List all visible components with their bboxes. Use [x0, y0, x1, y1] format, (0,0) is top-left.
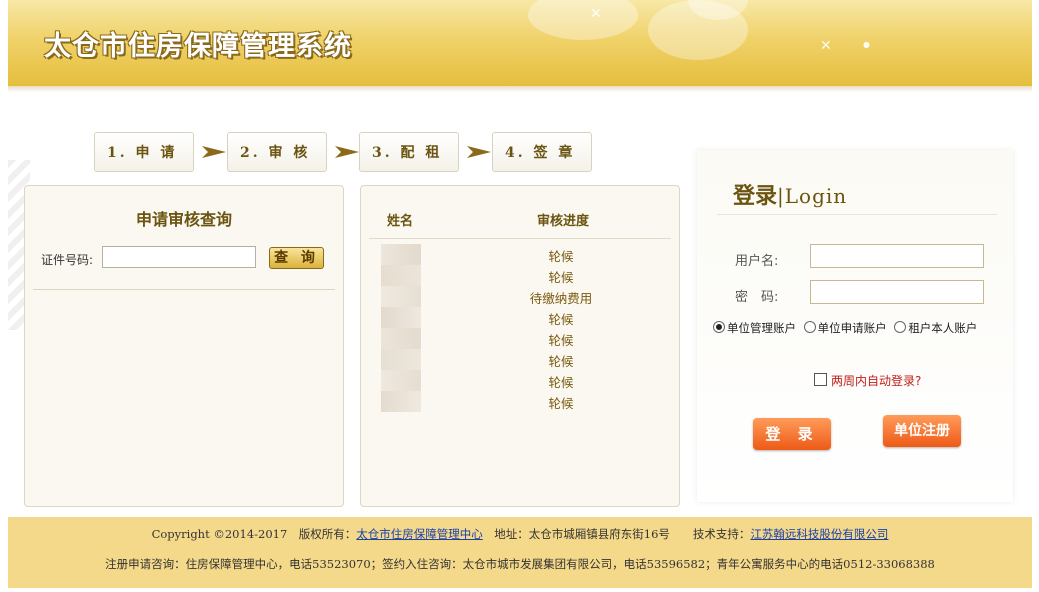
radio-selected-icon[interactable] [713, 321, 725, 333]
sparkle-icon: ● [863, 40, 870, 49]
divider [369, 238, 671, 239]
username-input[interactable] [810, 244, 984, 268]
redacted-name [381, 244, 421, 265]
username-label: 用户名: [735, 254, 779, 269]
status-text: 轮候 [548, 249, 574, 264]
support-link[interactable]: 江苏翰远科技股份有限公司 [750, 527, 888, 541]
id-number-input[interactable] [102, 246, 256, 268]
radio-tenant[interactable]: 租户本人账户 [894, 321, 977, 335]
status-text: 轮候 [548, 333, 574, 348]
login-title-sub: |Login [777, 184, 848, 208]
radio-label: 租户本人账户 [908, 321, 978, 335]
password-label: 密 码: [735, 290, 779, 305]
id-number-label: 证件号码: [41, 253, 94, 267]
divider [717, 214, 997, 215]
step-apply: 1. 申 请 [94, 132, 194, 172]
status-text: 轮候 [548, 375, 574, 390]
query-panel: 申请审核查询 证件号码: 查 询 [24, 185, 344, 507]
radio-icon[interactable] [894, 321, 907, 333]
status-text: 轮候 [548, 396, 574, 411]
radio-icon[interactable] [803, 321, 816, 333]
query-button[interactable]: 查 询 [269, 247, 324, 269]
address-text: 地址：太仓市城厢镇县府东街16号 技术支持： [482, 527, 751, 541]
account-type-group: 单位管理账户 单位申请账户 租户本人账户 [713, 320, 977, 336]
owner-link[interactable]: 太仓市住房保障管理中心 [356, 527, 483, 541]
password-input[interactable] [810, 280, 984, 304]
remember-checkbox[interactable] [814, 373, 827, 386]
step-allocate: 3. 配 租 [359, 132, 459, 172]
header-banner: ✕ ✕ ● 太仓市住房保障管理系统 [8, 0, 1032, 86]
redacted-name [381, 286, 421, 307]
redacted-name [381, 307, 421, 328]
cloud-decoration [528, 0, 638, 40]
arrow-right-icon [335, 146, 359, 158]
arrow-right-icon [467, 146, 491, 158]
radio-label: 单位管理账户 [727, 321, 796, 335]
status-text: 轮候 [548, 354, 574, 369]
register-button[interactable]: 单位注册 [883, 415, 961, 447]
footer: Copyright ©2014-2017 版权所有：太仓市住房保障管理中心 地址… [8, 517, 1032, 588]
table-row: 轮候 [361, 265, 679, 286]
table-row: 轮候 [361, 307, 679, 328]
redacted-name [381, 370, 421, 391]
login-title: 登录|Login [733, 178, 847, 210]
redacted-name [381, 391, 421, 412]
table-row: 轮候 [361, 349, 679, 370]
status-text: 轮候 [548, 270, 574, 285]
banner-shadow [8, 86, 1032, 92]
column-header-name: 姓名 [387, 214, 414, 229]
redacted-name [381, 328, 421, 349]
sparkle-icon: ✕ [820, 38, 832, 54]
site-title: 太仓市住房保障管理系统 [44, 31, 352, 62]
table-row: 待缴纳费用 [361, 286, 679, 307]
column-header-status: 审核进度 [537, 214, 590, 229]
radio-label: 单位申请账户 [817, 321, 887, 335]
remember-label: 两周内自动登录? [831, 374, 922, 388]
login-title-main: 登录 [733, 183, 778, 209]
footer-line-1: Copyright ©2014-2017 版权所有：太仓市住房保障管理中心 地址… [8, 526, 1032, 542]
status-text: 待缴纳费用 [529, 291, 593, 306]
footer-line-2: 注册申请咨询：住房保障管理中心，电话53523070；签约入住咨询：太仓市城市发… [105, 557, 935, 571]
status-text: 轮候 [548, 312, 574, 327]
sparkle-icon: ✕ [590, 6, 602, 22]
redacted-name [381, 265, 421, 286]
step-sign: 4. 签 章 [492, 132, 592, 172]
login-button[interactable]: 登 录 [753, 418, 831, 450]
arrow-right-icon [202, 146, 226, 158]
progress-panel: 姓名 审核进度 轮候 轮候 待缴纳费用 轮候 轮候 轮候 轮候 轮候 [360, 185, 680, 507]
table-row: 轮候 [361, 244, 679, 265]
redacted-name [381, 349, 421, 370]
table-row: 轮候 [361, 328, 679, 349]
remember-me[interactable]: 两周内自动登录? [814, 372, 921, 389]
divider [33, 289, 335, 290]
radio-unit-apply[interactable]: 单位申请账户 [803, 321, 887, 335]
login-box: 登录|Login 用户名: 密 码: 单位管理账户 单位申请账户 租户本人账户 … [697, 150, 1013, 502]
radio-unit-admin[interactable]: 单位管理账户 [713, 321, 796, 335]
table-row: 轮候 [361, 370, 679, 391]
step-review: 2. 审 核 [227, 132, 327, 172]
table-row: 轮候 [361, 391, 679, 412]
copyright-text: Copyright ©2014-2017 版权所有： [151, 527, 357, 541]
query-panel-title: 申请审核查询 [135, 210, 232, 229]
